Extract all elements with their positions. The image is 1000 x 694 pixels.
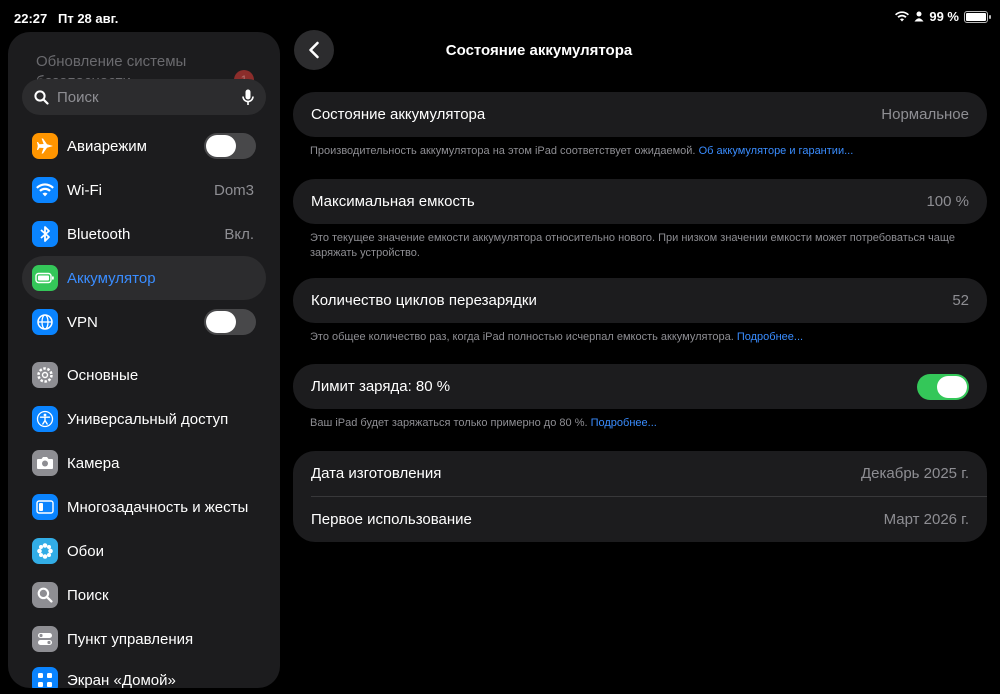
charge-limit-toggle[interactable] bbox=[917, 373, 969, 400]
cycle-count-card: Количество циклов перезарядки 52 bbox=[293, 278, 987, 323]
sidebar-item-label: Аккумулятор bbox=[67, 269, 156, 287]
cycle-count-value: 52 bbox=[952, 292, 969, 309]
battery-health-note: Производительность аккумулятора на этом … bbox=[310, 144, 960, 159]
first-use-value: Март 2026 г. bbox=[883, 511, 969, 528]
manufacture-date-value: Декабрь 2025 г. bbox=[861, 465, 969, 482]
battery-health-label: Состояние аккумулятора bbox=[311, 106, 486, 123]
charge-limit-note: Ваш iPad будет заряжаться только примерн… bbox=[310, 416, 960, 431]
sidebar-item-control-center[interactable]: Пункт управления bbox=[22, 617, 266, 661]
battery-health-row: Состояние аккумулятора Нормальное bbox=[293, 92, 987, 137]
first-use-label: Первое использование bbox=[311, 511, 472, 528]
wifi-status-icon bbox=[895, 11, 910, 22]
sidebar-item-label: Обои bbox=[67, 542, 104, 560]
sidebar-item-label: Основные bbox=[67, 366, 139, 384]
wifi-icon bbox=[32, 177, 58, 203]
charge-limit-label: Лимит заряда: 80 % bbox=[311, 378, 451, 395]
sidebar-item-vpn[interactable]: VPN bbox=[22, 300, 266, 344]
control-center-icon bbox=[32, 626, 58, 652]
sidebar-item-label: Поиск bbox=[67, 586, 109, 604]
accessibility-icon bbox=[32, 406, 58, 432]
microphone-icon[interactable] bbox=[242, 89, 254, 106]
charge-limit-row: Лимит заряда: 80 % bbox=[293, 364, 987, 409]
settings-sidebar: Обновление системы безопасности 1 Поиск … bbox=[8, 32, 280, 688]
status-date: Пт 28 авг. bbox=[58, 11, 119, 26]
battery-health-note-text: Производительность аккумулятора на этом … bbox=[310, 145, 696, 157]
cycle-count-note: Это общее количество раз, когда iPad пол… bbox=[310, 330, 960, 345]
location-icon bbox=[914, 11, 924, 22]
battery-percent: 99 % bbox=[929, 9, 959, 24]
sidebar-item-general[interactable]: Основные bbox=[22, 353, 266, 397]
sidebar-item-label: Камера bbox=[67, 454, 120, 472]
max-capacity-value: 100 % bbox=[926, 193, 969, 210]
bluetooth-icon bbox=[32, 221, 58, 247]
status-bar: 22:27 Пт 28 авг. 99 % bbox=[0, 0, 1000, 32]
cycle-count-more-link[interactable]: Подробнее... bbox=[737, 331, 803, 343]
cycle-count-note-text: Это общее количество раз, когда iPad пол… bbox=[310, 331, 734, 343]
bluetooth-value: Вкл. bbox=[224, 225, 254, 243]
sidebar-item-airplane[interactable]: Авиарежим bbox=[22, 124, 266, 168]
search-icon bbox=[32, 582, 58, 608]
sidebar-item-bluetooth[interactable]: Bluetooth Вкл. bbox=[22, 212, 266, 256]
charge-limit-more-link[interactable]: Подробнее... bbox=[591, 417, 657, 429]
charge-limit-note-text: Ваш iPad будет заряжаться только примерн… bbox=[310, 417, 588, 429]
home-screen-icon bbox=[32, 667, 58, 688]
sidebar-item-accessibility[interactable]: Универсальный доступ bbox=[22, 397, 266, 441]
camera-icon bbox=[32, 450, 58, 476]
gear-icon bbox=[32, 362, 58, 388]
sidebar-item-wallpaper[interactable]: Обои bbox=[22, 529, 266, 573]
search-input[interactable]: Поиск bbox=[57, 89, 242, 106]
sidebar-item-home-screen[interactable]: Экран «Домой» bbox=[22, 658, 266, 688]
sidebar-item-label: Авиарежим bbox=[67, 137, 147, 155]
dates-card: Дата изготовления Декабрь 2025 г. Первое… bbox=[293, 451, 987, 542]
manufacture-date-label: Дата изготовления bbox=[311, 465, 442, 482]
max-capacity-note: Это текущее значение емкости аккумулятор… bbox=[310, 232, 955, 259]
search-icon bbox=[34, 89, 49, 105]
page-title-text: Состояние аккумулятора bbox=[445, 42, 633, 59]
battery-icon bbox=[32, 265, 58, 291]
airplane-icon bbox=[32, 133, 58, 159]
max-capacity-label: Максимальная емкость bbox=[311, 193, 475, 210]
page-title: Состояние аккумулятора bbox=[446, 42, 840, 59]
sidebar-item-label: Универсальный доступ bbox=[67, 410, 229, 428]
sidebar-item-wifi[interactable]: Wi-Fi Dom3 bbox=[22, 168, 266, 212]
cycle-count-row: Количество циклов перезарядки 52 bbox=[293, 278, 987, 323]
sidebar-item-label: Пункт управления bbox=[67, 630, 194, 648]
cycle-count-label: Количество циклов перезарядки bbox=[311, 292, 537, 309]
sidebar-item-label: VPN bbox=[67, 313, 98, 331]
sidebar-item-label: Wi-Fi bbox=[67, 181, 102, 199]
multitasking-icon bbox=[32, 494, 58, 520]
battery-status-icon bbox=[964, 10, 991, 23]
charge-limit-card: Лимит заряда: 80 % bbox=[293, 364, 987, 409]
globe-icon bbox=[32, 309, 58, 335]
sidebar-item-label: Bluetooth bbox=[67, 225, 131, 243]
airplane-toggle[interactable] bbox=[204, 133, 256, 159]
chevron-left-icon bbox=[309, 41, 319, 59]
wifi-value: Dom3 bbox=[213, 181, 254, 199]
sidebar-item-battery[interactable]: Аккумулятор bbox=[22, 256, 266, 300]
status-time: 22:27 bbox=[14, 11, 48, 26]
max-capacity-row: Максимальная емкость 100 % bbox=[293, 179, 987, 224]
sidebar-item-camera[interactable]: Камера bbox=[22, 441, 266, 485]
sidebar-item-search[interactable]: Поиск bbox=[22, 573, 266, 617]
sidebar-item-label: Экран «Домой» bbox=[67, 671, 176, 689]
status-right: 99 % bbox=[895, 9, 991, 24]
wallpaper-icon bbox=[32, 538, 58, 564]
sidebar-item-multitasking[interactable]: Многозадачность и жесты bbox=[22, 485, 266, 529]
vpn-toggle[interactable] bbox=[204, 309, 256, 335]
battery-health-value: Нормальное bbox=[881, 106, 969, 123]
manufacture-date-row: Дата изготовления Декабрь 2025 г. bbox=[293, 451, 987, 496]
back-button[interactable] bbox=[294, 30, 334, 70]
first-use-row: Первое использование Март 2026 г. bbox=[293, 497, 987, 542]
sidebar-item-label: Многозадачность и жесты bbox=[67, 498, 249, 516]
max-capacity-card: Максимальная емкость 100 % bbox=[293, 179, 987, 224]
search-field[interactable]: Поиск bbox=[22, 79, 266, 115]
battery-warranty-link[interactable]: Об аккумуляторе и гарантии... bbox=[699, 145, 854, 157]
battery-health-card: Состояние аккумулятора Нормальное bbox=[293, 92, 987, 137]
